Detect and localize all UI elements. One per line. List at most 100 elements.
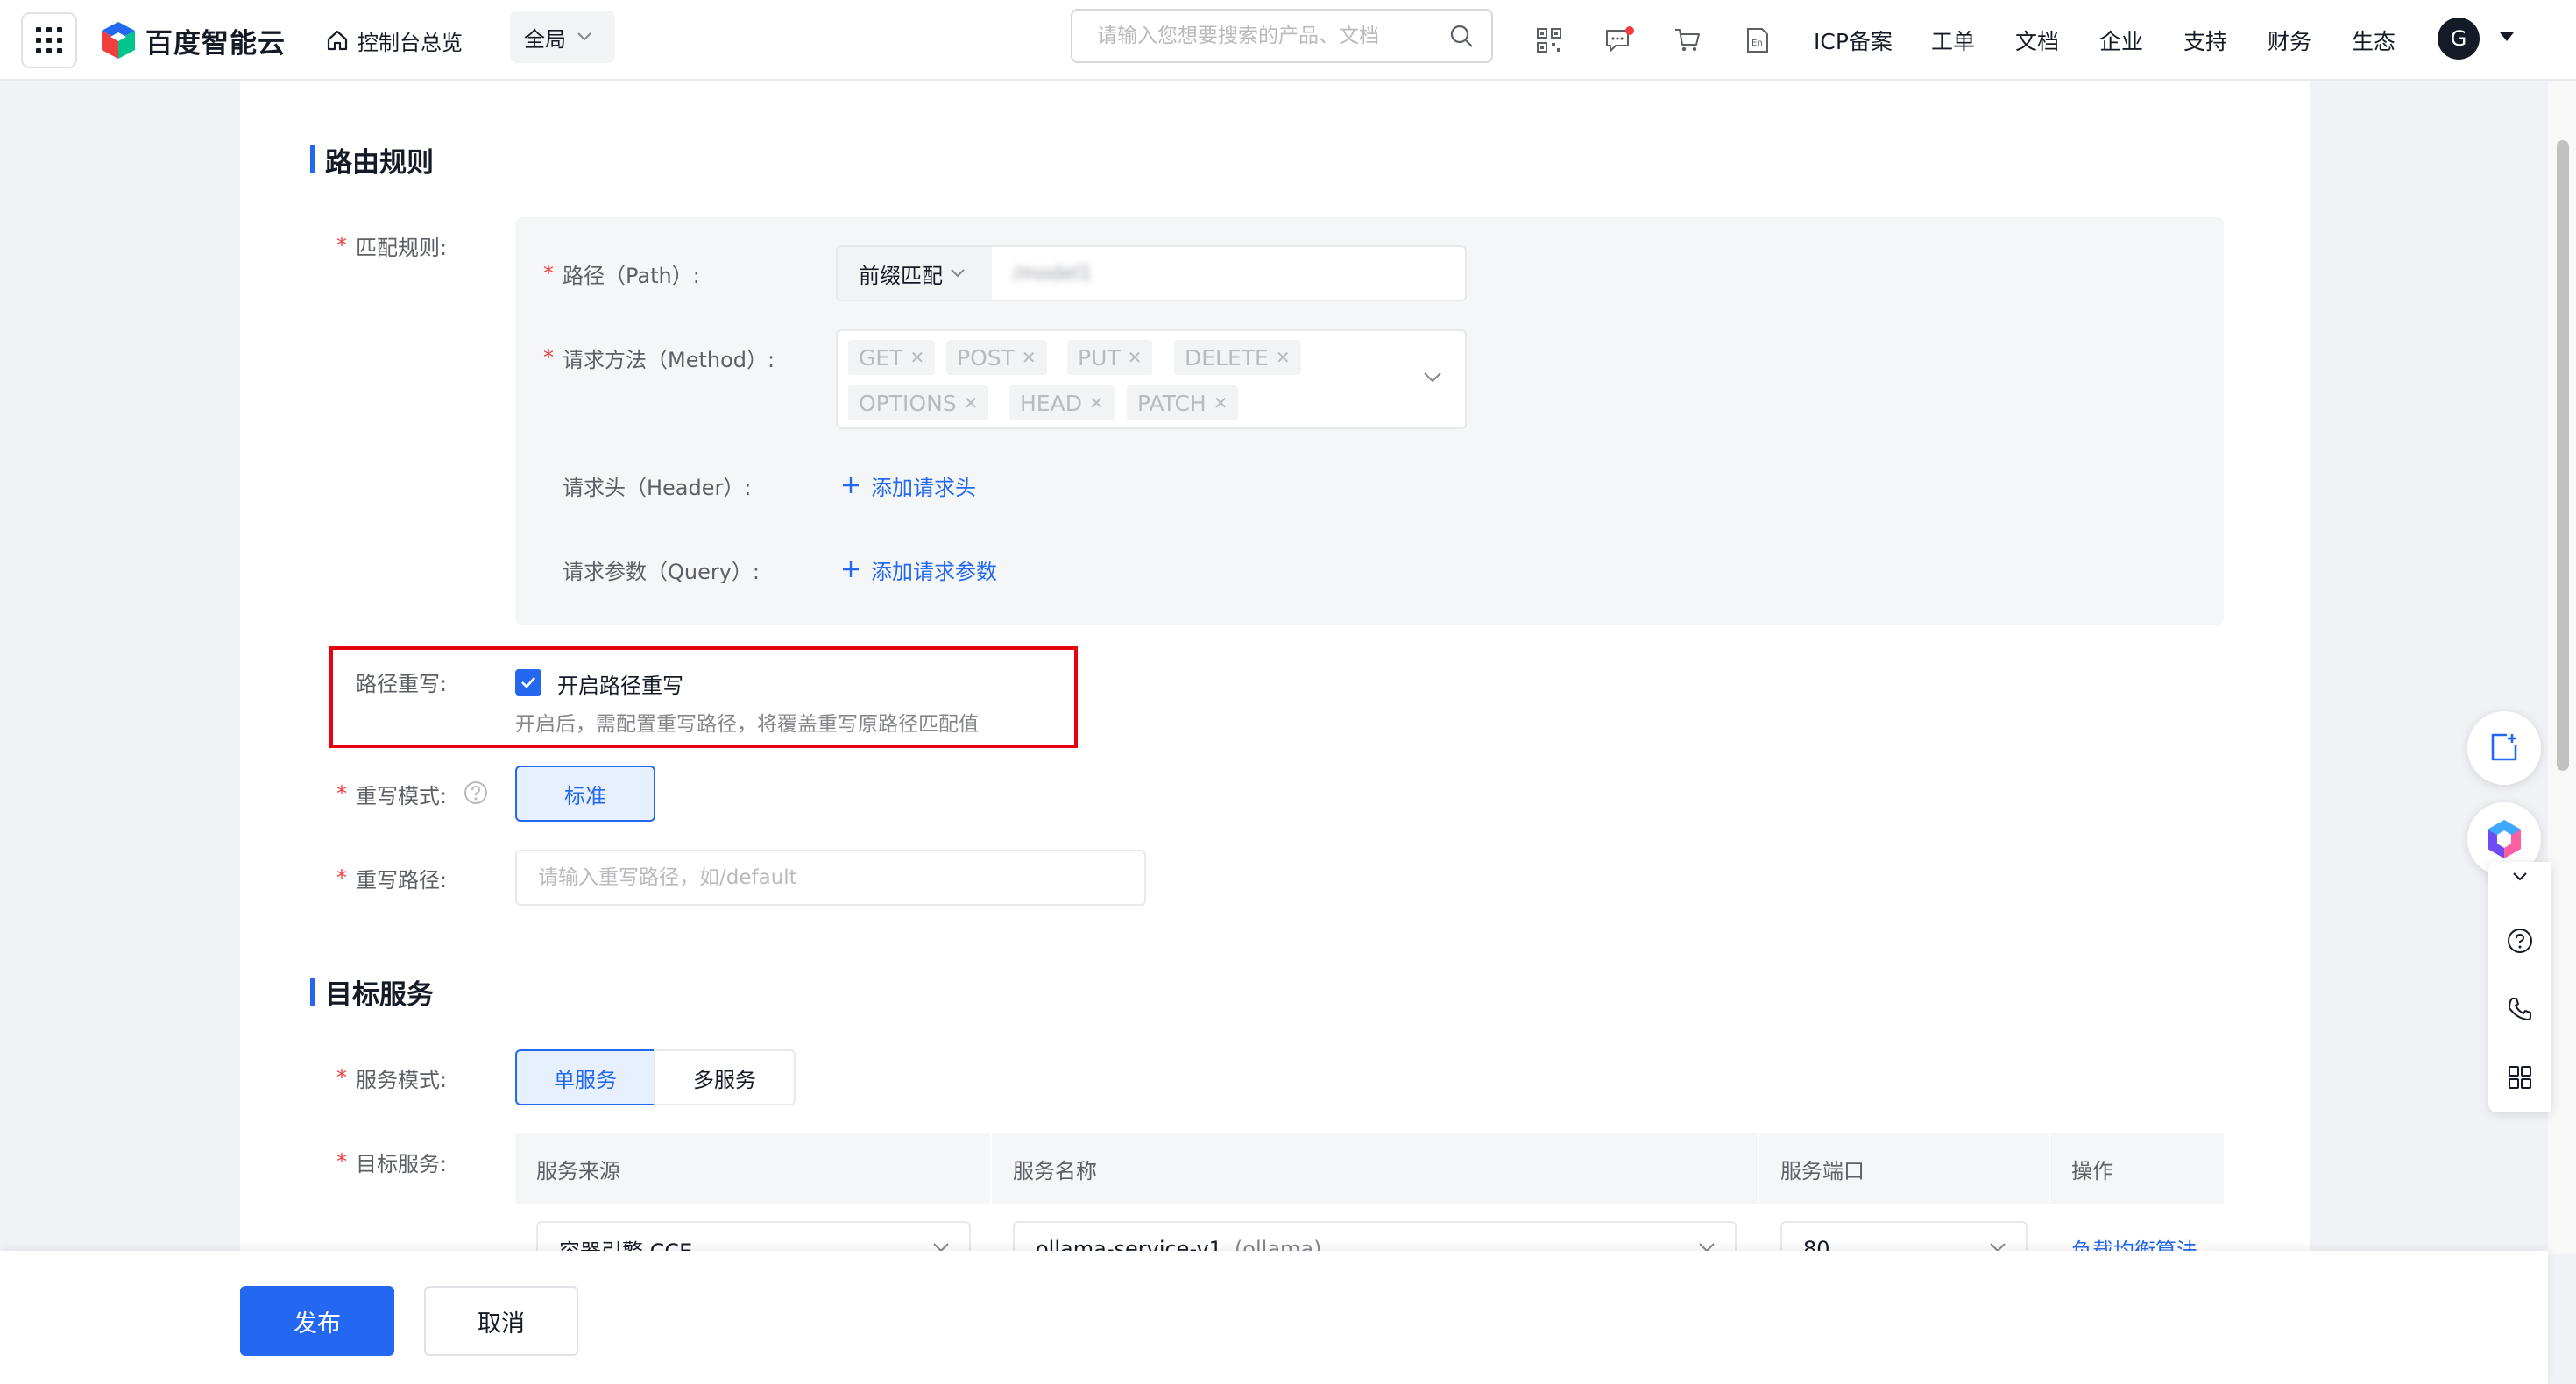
path-match-type-value: 前缀匹配: [859, 263, 943, 288]
service-mode-multi-button[interactable]: 多服务: [654, 1049, 796, 1105]
nav-icp[interactable]: ICP备案: [1814, 19, 1893, 61]
language-en-icon[interactable]: En: [1738, 21, 1777, 60]
chevron-down-icon: [951, 269, 965, 278]
rewrite-label: 路径重写:: [356, 671, 448, 696]
method-tag-label: GET: [859, 344, 903, 371]
service-mode-label: * 服务模式:: [336, 1060, 447, 1095]
chevron-down-icon[interactable]: [1423, 371, 1442, 384]
rewrite-path-label: * 重写路径:: [336, 860, 447, 895]
path-input[interactable]: /model1: [992, 247, 1465, 300]
remove-tag-icon[interactable]: ✕: [909, 347, 924, 368]
svg-text:En: En: [1752, 39, 1763, 48]
method-label: * 请求方法（Method）:: [543, 340, 775, 375]
search-icon[interactable]: [1449, 24, 1474, 48]
user-avatar[interactable]: G: [2438, 18, 2480, 60]
remove-tag-icon[interactable]: ✕: [1089, 392, 1104, 413]
rewrite-path-text: 重写路径:: [356, 867, 448, 893]
method-tag-patch: PATCH ✕: [1127, 385, 1239, 420]
match-rule-label: * 匹配规则:: [336, 228, 447, 263]
region-label: 全局: [524, 26, 566, 52]
region-selector[interactable]: 全局: [510, 11, 615, 63]
method-multiselect[interactable]: GET ✕ POST ✕ PUT ✕ DELETE ✕ OPTIONS ✕ HEAD ✕ P…: [836, 329, 1467, 429]
phone-icon[interactable]: [2504, 993, 2536, 1025]
message-icon[interactable]: [1600, 21, 1638, 60]
method-tag-label: PUT: [1078, 344, 1121, 371]
target-service-text: 目标服务:: [356, 1151, 448, 1176]
match-rule-text: 匹配规则:: [356, 235, 448, 260]
qrcode-icon[interactable]: [1530, 21, 1568, 60]
brand-name: 百度智能云: [145, 27, 286, 60]
service-mode-single-button[interactable]: 单服务: [515, 1049, 655, 1105]
method-label-text: 请求方法（Method）:: [563, 347, 775, 372]
rewrite-checkbox[interactable]: [515, 669, 541, 696]
feedback-float-button[interactable]: [2467, 711, 2541, 785]
edit-note-icon: [2491, 733, 2517, 761]
target-service-label: * 目标服务:: [336, 1144, 447, 1179]
nav-finance[interactable]: 财务: [2268, 19, 2311, 61]
apps-grid-icon[interactable]: [2504, 1062, 2536, 1093]
method-tag-label: POST: [957, 344, 1015, 371]
required-mark: *: [543, 345, 554, 370]
query-label: 请求参数（Query）:: [563, 559, 761, 584]
nav-ticket[interactable]: 工单: [1931, 19, 1975, 61]
path-label-text: 路径（Path）:: [563, 263, 700, 288]
remove-tag-icon[interactable]: ✕: [1214, 392, 1228, 413]
console-overview-link[interactable]: 控制台总览: [326, 19, 463, 61]
column-header-source: 服务来源: [515, 1133, 992, 1204]
top-bar: 百度智能云 控制台总览 全局 请输入您想要搜索的产品、文档 En ICP备案 工…: [0, 0, 2576, 81]
column-header-action: 操作: [2071, 1158, 2113, 1183]
plus-icon: [843, 561, 859, 577]
add-query-link[interactable]: 添加请求参数: [841, 552, 997, 587]
publish-button[interactable]: 发布: [240, 1286, 394, 1356]
help-icon[interactable]: [2504, 925, 2536, 957]
rewrite-checkbox-label[interactable]: 开启路径重写: [557, 666, 683, 701]
remove-tag-icon[interactable]: ✕: [1022, 347, 1037, 368]
required-mark: *: [543, 261, 554, 286]
add-query-text: 添加请求参数: [871, 559, 997, 584]
floating-toolbar: [2488, 862, 2551, 1112]
method-tag-get: GET ✕: [848, 340, 936, 375]
path-value-text: /model1: [1013, 262, 1092, 285]
remove-tag-icon[interactable]: ✕: [964, 392, 979, 413]
nav-ecosystem[interactable]: 生态: [2352, 19, 2396, 61]
remove-tag-icon[interactable]: ✕: [1128, 347, 1143, 368]
page-scrollbar-thumb[interactable]: [2557, 140, 2569, 771]
collapse-chevron-icon[interactable]: [2504, 865, 2536, 888]
service-table-header: 服务来源 服务名称 服务端口 操作: [515, 1133, 2224, 1204]
rewrite-mode-label: * 重写模式:: [336, 776, 447, 811]
section-title-routing: 路由规则: [310, 142, 434, 179]
remove-tag-icon[interactable]: ✕: [1276, 347, 1291, 368]
path-label: * 路径（Path）:: [543, 256, 700, 291]
rewrite-hint: 开启后，需配置重写路径，将覆盖重写原路径匹配值: [515, 713, 979, 736]
search-input[interactable]: [1097, 25, 1449, 47]
caret-down-icon[interactable]: [2499, 32, 2515, 42]
section-title-target: 目标服务: [310, 974, 434, 1011]
path-match-type-select[interactable]: 前缀匹配: [838, 247, 992, 300]
required-mark: *: [336, 233, 347, 258]
chevron-down-icon: [577, 32, 591, 41]
nav-enterprise[interactable]: 企业: [2099, 19, 2143, 61]
rewrite-mode-standard-button[interactable]: 标准: [515, 766, 655, 822]
method-tag-post: POST ✕: [946, 340, 1047, 375]
cart-icon[interactable]: [1668, 21, 1707, 60]
header-label: 请求头（Header）:: [563, 475, 752, 500]
method-tag-delete: DELETE ✕: [1174, 340, 1301, 375]
check-icon: [521, 677, 535, 688]
required-mark: *: [336, 781, 347, 806]
method-tag-options: OPTIONS ✕: [848, 385, 989, 420]
rewrite-path-input[interactable]: [515, 850, 1146, 906]
method-tag-head: HEAD ✕: [1009, 385, 1115, 420]
method-tag-label: OPTIONS: [859, 390, 957, 416]
cancel-button[interactable]: 取消: [424, 1286, 578, 1356]
brand-logo[interactable]: 百度智能云: [100, 19, 286, 61]
method-tag-put: PUT ✕: [1067, 340, 1153, 375]
global-search: [1071, 9, 1493, 63]
nav-docs[interactable]: 文档: [2015, 19, 2059, 61]
plus-icon: [843, 477, 859, 493]
apps-menu-button[interactable]: [21, 12, 77, 68]
help-circle-icon[interactable]: [463, 780, 489, 806]
service-mode-text: 服务模式:: [356, 1067, 448, 1092]
nav-support[interactable]: 支持: [2183, 19, 2227, 61]
add-header-link[interactable]: 添加请求头: [841, 468, 976, 503]
cube-logo-icon: [102, 22, 135, 59]
